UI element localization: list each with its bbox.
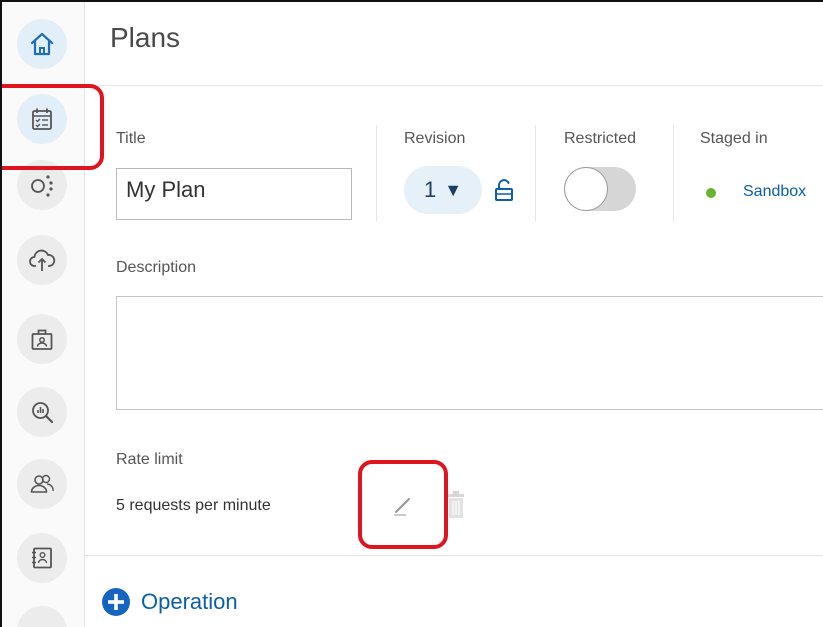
description-label: Description [116,259,197,276]
app-frame: Plans Title My Plan Revision 1 ▼ Restric… [0,0,823,627]
trash-icon[interactable] [445,490,467,520]
badge-case-icon [31,329,53,350]
add-operation-button[interactable]: Operation [101,587,238,617]
revision-value: 1 [423,177,437,202]
toggle-knob [564,167,608,211]
header-divider [100,85,823,86]
sidebar-item-more[interactable] [17,606,67,627]
sidebar [2,2,85,627]
status-dot-icon [706,188,716,198]
field-divider [376,125,377,221]
home-icon [30,32,54,56]
sidebar-item-badge[interactable] [17,314,67,364]
unlock-icon[interactable] [493,178,515,202]
users-icon [30,474,54,493]
add-circle-icon [102,588,130,616]
rate-limit-label: Rate limit [116,451,183,468]
operation-label: Operation [141,589,238,614]
chevron-down-icon: ▼ [444,180,463,200]
sidebar-item-plans[interactable] [17,94,67,144]
staged-in-link[interactable]: Sandbox [743,183,806,201]
description-textarea[interactable] [116,296,823,410]
nodes-icon [31,175,53,197]
title-input[interactable]: My Plan [116,168,352,220]
plan-calendar-icon [32,108,52,130]
cloud-upload-icon [29,249,56,271]
restricted-toggle[interactable] [564,167,636,211]
field-divider [673,125,674,221]
page-title: Plans [110,22,181,53]
main-panel: Plans Title My Plan Revision 1 ▼ Restric… [85,2,823,627]
restricted-label: Restricted [564,130,637,147]
sidebar-item-analytics[interactable] [17,387,67,437]
sidebar-item-contacts[interactable] [17,533,67,583]
staged-in-label: Staged in [700,130,768,147]
contacts-book-icon [32,547,52,569]
revision-select[interactable]: 1 ▼ [404,166,482,214]
title-label: Title [116,130,146,147]
field-divider [535,125,536,221]
analytics-search-icon [32,402,54,424]
sidebar-item-nodes[interactable] [17,160,67,210]
rate-limit-value: 5 requests per minute [116,497,271,514]
sidebar-item-home[interactable] [17,19,67,69]
revision-label: Revision [404,130,466,147]
sidebar-item-users[interactable] [17,459,67,509]
edit-pencil-icon[interactable] [390,492,416,518]
section-divider [85,555,823,556]
sidebar-item-cloud[interactable] [17,235,67,285]
